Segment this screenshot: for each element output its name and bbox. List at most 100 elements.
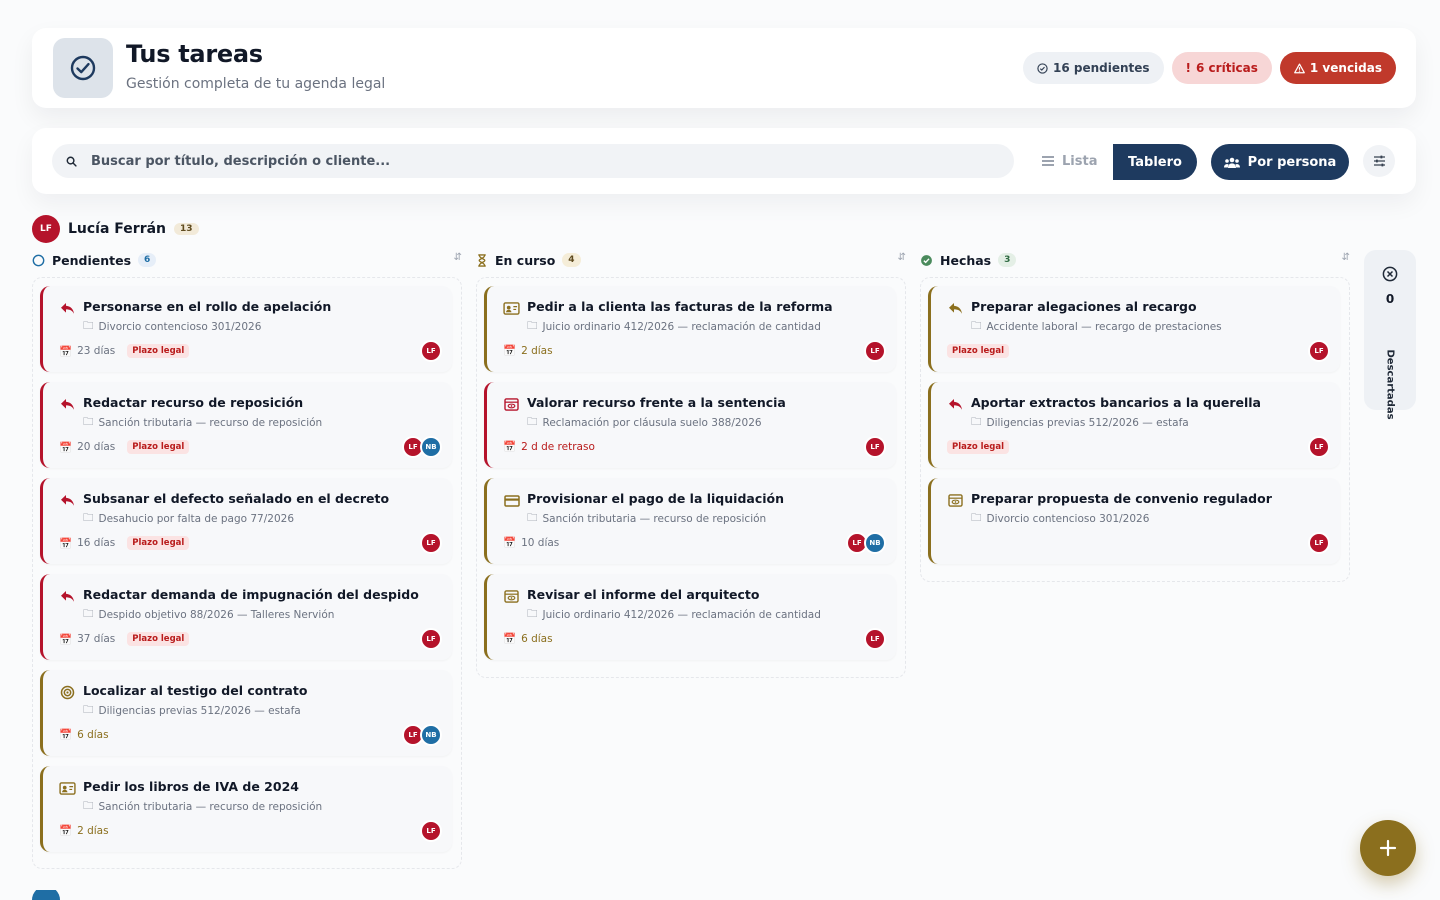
task-card[interactable]: Preparar alegaciones al recargo 🗀 Acciden… — [928, 286, 1340, 372]
folder-icon: 🗀 — [83, 800, 94, 812]
view-person-button[interactable]: Por persona — [1211, 144, 1349, 180]
view-person-label: Por persona — [1247, 154, 1337, 170]
review-icon — [503, 396, 520, 413]
plus-icon — [1379, 839, 1397, 857]
task-card[interactable]: Preparar propuesta de convenio regulador… — [928, 478, 1340, 564]
collapse-icon[interactable]: ⇵ — [898, 252, 906, 263]
view-list-button[interactable]: Lista — [1042, 144, 1097, 178]
assignees: LF NB — [402, 724, 442, 746]
avatar — [32, 890, 60, 900]
task-meta: 📅 6 días — [59, 728, 109, 742]
task-card[interactable]: Provisionar el pago de la liquidación 🗀 S… — [484, 478, 896, 564]
task-deadline: 10 días — [521, 536, 560, 549]
contact-card-icon — [503, 300, 520, 317]
calendar-icon: 📅 — [59, 441, 73, 454]
task-title: Pedir los libros de IVA de 2024 — [83, 779, 299, 794]
open-circle-icon — [32, 254, 45, 266]
avatar[interactable]: LF — [864, 436, 886, 458]
task-deadline: 2 días — [77, 824, 109, 837]
task-case-label: Despido objetivo 88/2026 — Talleres Nerv… — [98, 609, 335, 621]
task-meta: 📅 16 días Plazo legal — [59, 536, 190, 550]
column-count: 3 — [998, 253, 1017, 267]
column-header-hechas: Hechas 3 ⇵ — [920, 250, 1350, 270]
critical-badge[interactable]: ! 6 críticas — [1171, 52, 1272, 84]
avatar[interactable]: LF — [420, 340, 442, 362]
task-card[interactable]: Personarse en el rollo de apelación 🗀 Div… — [40, 286, 452, 372]
task-case: 🗀 Accidente laboral — recargo de prestaci… — [971, 318, 1222, 336]
review-icon — [503, 588, 520, 605]
assignees: LF — [1308, 340, 1330, 362]
page-header: Tus tareas Gestión completa de tu agenda… — [32, 28, 1416, 108]
avatar[interactable]: LF — [1308, 532, 1330, 554]
task-title: Localizar al testigo del contrato — [83, 683, 308, 698]
collapse-icon[interactable]: ⇵ — [454, 252, 462, 263]
task-case-label: Accidente laboral — recargo de prestacio… — [986, 321, 1222, 333]
column-title: En curso — [495, 252, 556, 268]
pending-badge-label: 16 pendientes — [1052, 61, 1150, 75]
assignees: LF — [420, 340, 442, 362]
task-deadline: 23 días — [77, 345, 116, 357]
filters-button[interactable] — [1363, 145, 1395, 177]
avatar[interactable]: LF — [420, 628, 442, 650]
calendar-icon: 📅 — [59, 825, 73, 837]
next-person-group-header[interactable] — [32, 890, 60, 900]
task-card[interactable]: Pedir los libros de IVA de 2024 🗀 Sanción… — [40, 766, 452, 852]
overdue-badge[interactable]: 1 vencidas — [1279, 52, 1396, 84]
calendar-icon: 📅 — [59, 345, 73, 358]
avatar[interactable]: LF — [1308, 340, 1330, 362]
column-header-pendientes: Pendientes 6 ⇵ — [32, 250, 462, 270]
calendar-icon: 📅 — [503, 441, 517, 453]
avatar[interactable]: NB — [420, 436, 442, 458]
reply-arrow-icon — [59, 492, 76, 509]
assignees: LF — [864, 436, 886, 458]
calendar-icon: 📅 — [503, 537, 517, 549]
task-meta: 📅 20 días Plazo legal — [59, 440, 190, 454]
search-box — [52, 144, 1014, 178]
people-icon — [1223, 157, 1240, 168]
assignees: LF NB — [402, 436, 442, 458]
check-circle-icon — [1037, 62, 1048, 74]
task-title: Pedir a la clienta las facturas de la re… — [527, 299, 833, 314]
task-card[interactable]: Valorar recurso frente a la sentencia 🗀 R… — [484, 382, 896, 468]
avatar[interactable]: LF — [864, 340, 886, 362]
task-card[interactable]: Redactar demanda de impugnación del desp… — [40, 574, 452, 660]
avatar: LF — [32, 215, 60, 243]
task-case-label: Juicio ordinario 412/2026 — reclamación … — [542, 609, 821, 621]
view-board-label: Tablero — [1128, 154, 1182, 170]
avatar[interactable]: NB — [420, 724, 442, 746]
folder-icon: 🗀 — [971, 416, 982, 428]
search-input[interactable] — [91, 153, 971, 169]
summary-badges: 16 pendientes ! 6 críticas 1 vencidas — [1022, 52, 1396, 84]
add-task-button[interactable] — [1360, 820, 1416, 876]
view-board-button[interactable]: Tablero — [1113, 144, 1197, 180]
task-card[interactable]: Redactar recurso de reposición 🗀 Sanción … — [40, 382, 452, 468]
task-card[interactable]: Subsanar el defecto señalado en el decre… — [40, 478, 452, 564]
task-card[interactable]: Localizar al testigo del contrato 🗀 Dilig… — [40, 670, 452, 756]
task-meta: Plazo legal — [947, 440, 1010, 454]
person-group-header[interactable]: LF Lucía Ferrán 13 — [32, 214, 199, 244]
legal-deadline-chip: Plazo legal — [127, 440, 190, 454]
folder-icon: 🗀 — [83, 320, 94, 332]
task-deadline: 16 días — [77, 537, 116, 549]
assignees: LF — [864, 628, 886, 650]
avatar[interactable]: LF — [420, 532, 442, 554]
target-icon — [59, 684, 76, 701]
pending-badge[interactable]: 16 pendientes — [1022, 52, 1164, 84]
task-case: 🗀 Diligencias previas 512/2026 — estafa — [971, 414, 1189, 432]
legal-deadline-chip: Plazo legal — [127, 344, 190, 358]
task-deadline: 37 días — [77, 633, 116, 645]
avatar[interactable]: NB — [864, 532, 886, 554]
avatar[interactable]: LF — [1308, 436, 1330, 458]
task-case: 🗀 Sanción tributaria — recurso de reposic… — [83, 798, 322, 816]
task-card[interactable]: Pedir a la clienta las facturas de la re… — [484, 286, 896, 372]
assignees: LF — [1308, 436, 1330, 458]
task-card[interactable]: Aportar extractos bancarios a la querell… — [928, 382, 1340, 468]
task-case-label: Diligencias previas 512/2026 — estafa — [98, 705, 301, 717]
avatar[interactable]: LF — [864, 628, 886, 650]
discarded-column-collapsed[interactable]: 0 Descartadas — [1364, 250, 1416, 420]
column-count: 6 — [138, 253, 157, 267]
task-card[interactable]: Revisar el informe del arquitecto 🗀 Juici… — [484, 574, 896, 660]
collapse-icon[interactable]: ⇵ — [1342, 252, 1350, 263]
avatar[interactable]: LF — [420, 820, 442, 842]
task-meta: 📅 2 días — [59, 824, 109, 838]
